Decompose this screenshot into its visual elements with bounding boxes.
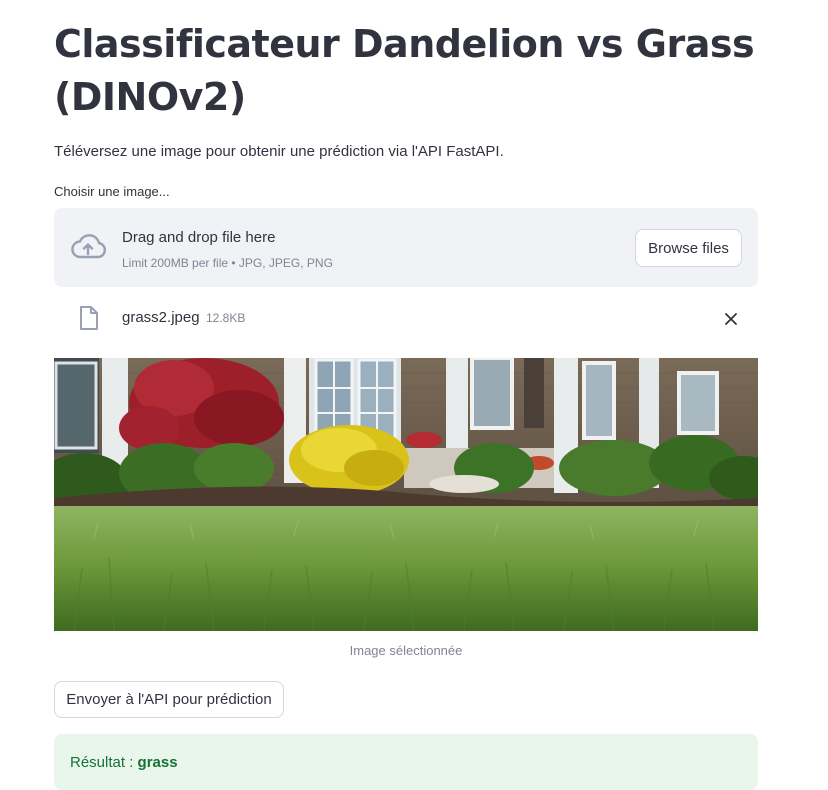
file-icon bbox=[80, 306, 98, 330]
close-icon bbox=[725, 313, 737, 325]
image-caption: Image sélectionnée bbox=[349, 643, 463, 658]
dropzone-limit: Limit 200MB per file • JPG, JPEG, PNG bbox=[122, 256, 333, 270]
page-title: Classificateur Dandelion vs Grass (DINOv… bbox=[54, 22, 755, 119]
browse-files-button[interactable]: Browse files bbox=[635, 229, 742, 267]
uploaded-file-size: 12.8KB bbox=[206, 311, 246, 325]
send-to-api-button[interactable]: Envoyer à l'API pour prédiction bbox=[54, 681, 284, 718]
uploader-label: Choisir une image... bbox=[54, 184, 170, 199]
file-dropzone[interactable]: Drag and drop file here Limit 200MB per … bbox=[54, 208, 758, 287]
cloud-upload-icon bbox=[71, 234, 107, 259]
house-lawn-photo bbox=[54, 358, 758, 631]
main-container: Classificateur Dandelion vs Grass (DINOv… bbox=[54, 0, 758, 790]
uploaded-file-row: grass2.jpeg 12.8KB bbox=[54, 300, 758, 336]
result-value: grass bbox=[137, 754, 178, 771]
result-label: Résultat : bbox=[70, 754, 134, 771]
uploaded-file-name: grass2.jpeg bbox=[122, 309, 200, 326]
dropzone-title: Drag and drop file here bbox=[122, 229, 276, 246]
remove-file-button[interactable] bbox=[720, 308, 742, 330]
selected-image bbox=[54, 358, 758, 631]
page-subtitle: Téléversez une image pour obtenir une pr… bbox=[54, 143, 504, 160]
result-text: Résultat : grass bbox=[70, 754, 178, 772]
result-alert: Résultat : grass bbox=[54, 734, 758, 790]
